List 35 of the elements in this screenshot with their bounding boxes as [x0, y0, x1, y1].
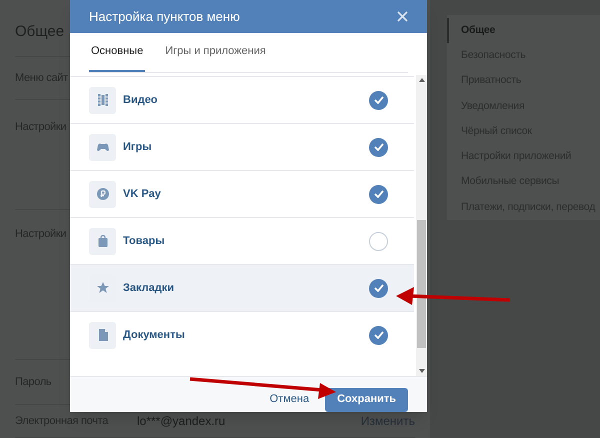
dialog-title: Настройка пунктов меню: [89, 8, 240, 26]
tab[interactable]: Основные: [89, 33, 146, 72]
checkbox[interactable]: [369, 184, 388, 204]
checkbox[interactable]: [369, 278, 388, 298]
checkbox[interactable]: [369, 326, 388, 344]
coin-icon: [94, 186, 110, 202]
scrollbar[interactable]: [416, 75, 427, 376]
tab[interactable]: Игры и приложения: [163, 33, 268, 72]
cancel-link[interactable]: Отмена: [270, 391, 310, 408]
scroll-down-icon[interactable]: [418, 369, 424, 373]
close-icon: [396, 11, 408, 22]
checkbox[interactable]: [369, 90, 388, 110]
check-icon: [374, 284, 384, 292]
menu-item-label: VK Pay: [123, 186, 162, 202]
menu-item-row[interactable]: Закладки: [70, 264, 414, 311]
check-icon: [374, 143, 384, 151]
menu-item-row[interactable]: Игры: [70, 123, 414, 170]
scrollbar-thumb[interactable]: [417, 220, 426, 348]
menu-item-label: Товары: [123, 234, 166, 249]
scroll-up-icon[interactable]: [418, 78, 424, 82]
menu-item-row[interactable]: Документы: [70, 311, 414, 358]
menu-item-row[interactable]: Товары: [70, 217, 414, 264]
check-icon: [374, 96, 384, 104]
checkbox[interactable]: [369, 232, 388, 250]
check-icon: [374, 331, 384, 339]
close-button[interactable]: [395, 10, 409, 24]
menu-item-label: Документы: [123, 328, 186, 343]
menu-item-label: Закладки: [123, 280, 176, 296]
menu-item-label: Игры: [123, 140, 153, 155]
menu-item-row[interactable]: VK Pay: [70, 170, 414, 217]
save-button[interactable]: Сохранить: [325, 388, 408, 412]
checkbox[interactable]: [369, 138, 388, 156]
menu-item-row[interactable]: Видео: [70, 76, 414, 123]
check-icon: [374, 190, 384, 198]
menu-item-label: Видео: [123, 92, 159, 108]
